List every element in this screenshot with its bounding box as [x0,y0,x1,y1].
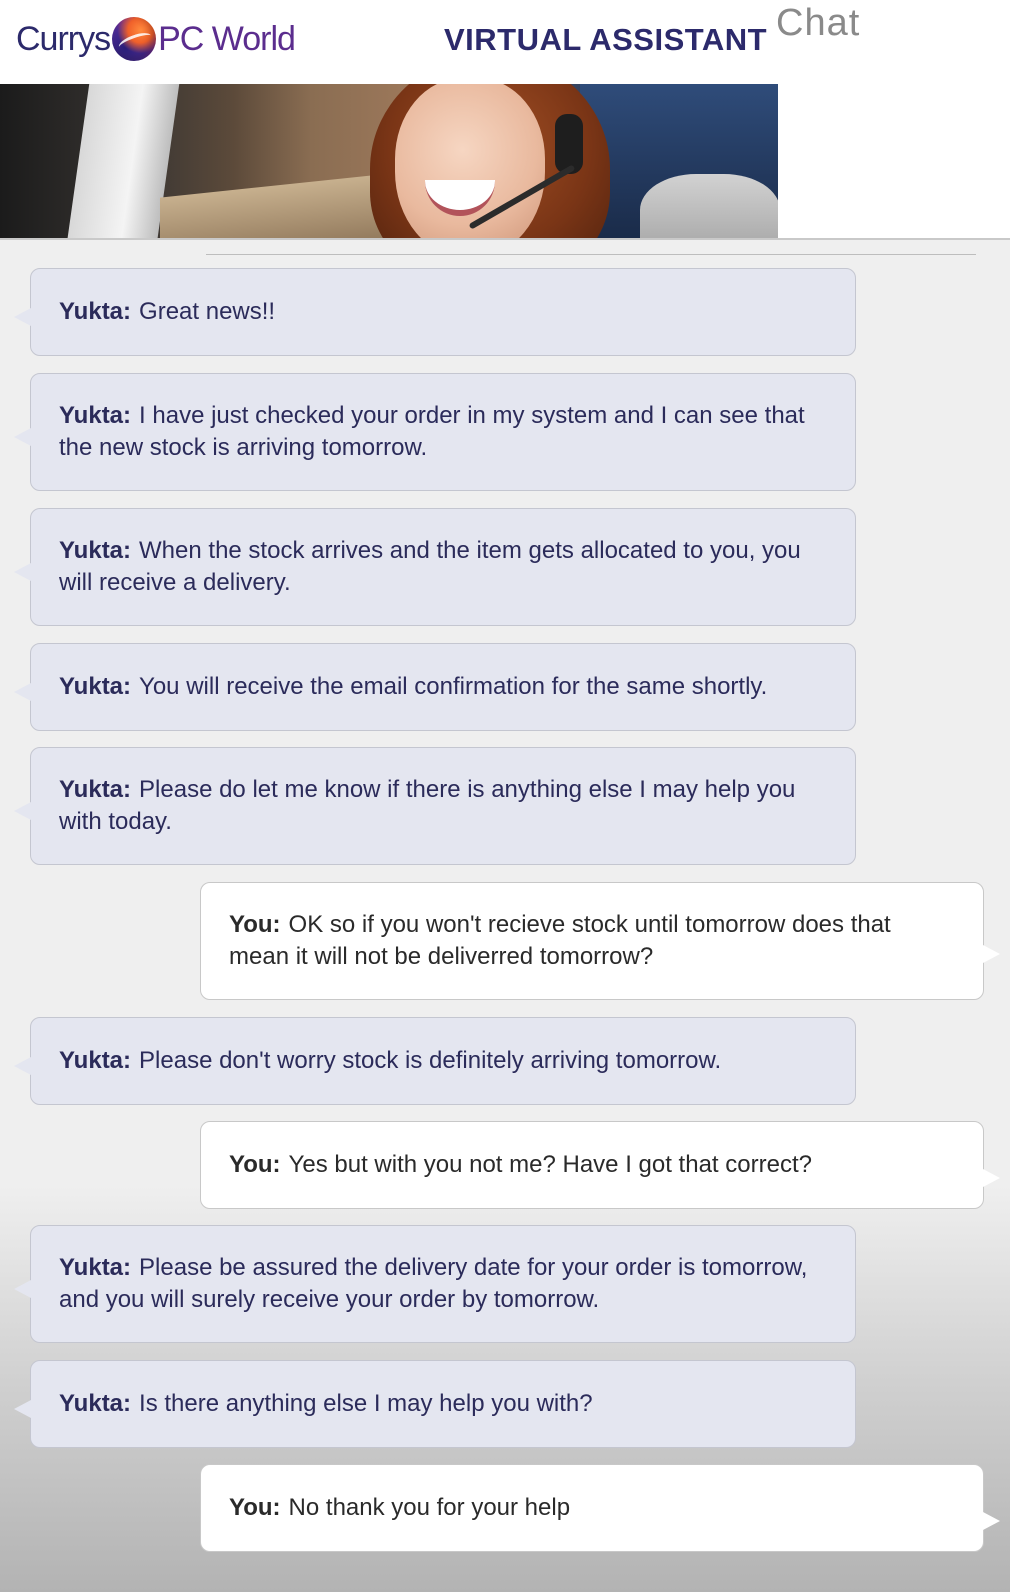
message-text: OK so if you won't recieve stock until t… [229,911,891,970]
logo-text-currys: Currys [16,19,111,58]
virtual-assistant-title: VIRTUAL ASSISTANT [444,22,768,57]
message-text: I have just checked your order in my sys… [59,402,805,461]
agent-message: Yukta: Please be assured the delivery dat… [30,1225,856,1343]
chat-transcript[interactable]: Yukta: Great news!! Yukta: I have just che… [0,240,1010,1592]
agent-message: Yukta: Please do let me know if there is … [30,747,856,865]
message-sender: Yukta: [59,776,132,803]
message-sender: Yukta: [59,673,132,700]
message-text: Please do let me know if there is anythi… [59,776,796,835]
user-message: You: No thank you for your help [200,1464,984,1552]
user-message: You: Yes but with you not me? Have I got … [200,1121,984,1209]
transcript-divider [206,254,976,255]
agent-message: Yukta: When the stock arrives and the ite… [30,508,856,626]
message-sender: Yukta: [59,1254,132,1281]
logo-text-pc-world: PC World [158,19,296,58]
message-text: You will receive the email confirmation … [139,673,768,700]
message-text: Is there anything else I may help you wi… [139,1390,593,1417]
message-sender: Yukta: [59,402,132,429]
currys-pc-world-logo[interactable]: Currys PC World [16,14,296,64]
agent-message: Yukta: You will receive the email confirm… [30,643,856,731]
chat-header: Currys PC World VIRTUAL ASSISTANT Chat [0,0,1010,84]
message-text: When the stock arrives and the item gets… [59,537,801,596]
logo-orb-icon [112,17,157,61]
message-text: No thank you for your help [288,1494,571,1521]
message-text: Please be assured the delivery date for … [59,1254,808,1313]
agent-message: Yukta: I have just checked your order in … [30,373,856,491]
agent-message: Yukta: Please don't worry stock is defini… [30,1017,856,1105]
message-sender: Yukta: [59,1047,132,1074]
chat-title: Chat [776,2,861,44]
message-sender: Yukta: [59,298,132,325]
message-text: Great news!! [139,298,276,325]
agent-message: Yukta: Is there anything else I may help … [30,1360,856,1448]
message-text: Yes but with you not me? Have I got that… [288,1151,812,1178]
message-sender: You: [229,911,281,938]
user-message: You: OK so if you won't recieve stock unt… [200,882,984,1000]
message-sender: You: [229,1494,281,1521]
message-sender: Yukta: [59,1390,132,1417]
agent-banner-photo [0,84,778,238]
message-text: Please don't worry stock is definitely a… [139,1047,722,1074]
banner-chair [640,174,778,238]
message-sender: You: [229,1151,281,1178]
agent-message: Yukta: Great news!! [30,268,856,356]
banner-agent-face [395,84,545,238]
message-sender: Yukta: [59,537,132,564]
